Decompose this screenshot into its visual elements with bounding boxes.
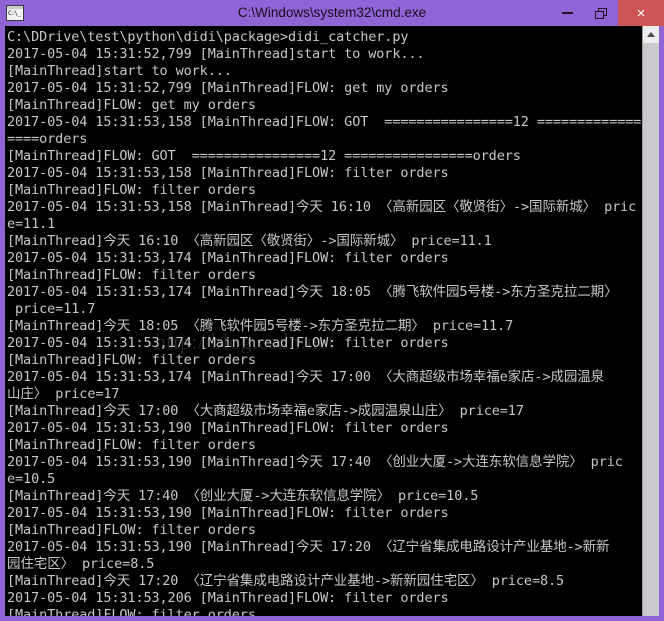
console-line: 2017-05-04 15:31:53,174 [MainThread]FLOW… [7, 335, 449, 351]
console-line: 2017-05-04 15:31:53,190 [MainThread]今天 1… [7, 454, 623, 470]
title-bar[interactable]: C:\Windows\system32\cmd.exe × [0, 0, 664, 26]
console-line: [MainThread]今天 16:10 〈高新园区〈敬贤街〉->国际新城〉 p… [7, 233, 492, 249]
console-line: C:\DDrive\test\python\didi\package>didi_… [7, 29, 409, 45]
console-line: [MainThread]FLOW: filter orders [7, 267, 256, 283]
console-output[interactable]: C:\DDrive\test\python\didi\package>didi_… [5, 26, 642, 616]
console-line: [MainThread]FLOW: get my orders [7, 97, 256, 113]
scrollbar-track[interactable] [643, 43, 659, 616]
window-border-bottom [0, 616, 664, 621]
console-line: 山庄〉 price=17 [7, 386, 120, 402]
console-line: [MainThread]start to work... [7, 63, 232, 79]
minimize-icon [561, 12, 573, 14]
restore-icon [595, 7, 607, 19]
console-line: 2017-05-04 15:31:53,206 [MainThread]FLOW… [7, 590, 449, 606]
console-line: [MainThread]今天 18:05 〈腾飞软件园5号楼->东方圣克拉二期〉… [7, 318, 514, 334]
console-line: [MainThread]FLOW: GOT ================12… [7, 148, 521, 164]
cmd-console-icon [6, 5, 24, 21]
console-line: price=11.7 [7, 301, 96, 317]
console-line: ====orders [7, 131, 88, 147]
window-border-left [0, 26, 5, 621]
console-line: [MainThread]FLOW: filter orders [7, 522, 256, 538]
console-area: C:\DDrive\test\python\didi\package>didi_… [5, 26, 659, 616]
console-line: 2017-05-04 15:31:53,190 [MainThread]FLOW… [7, 505, 449, 521]
scroll-up-button[interactable] [643, 26, 659, 43]
console-line: [MainThread]今天 17:20 〈辽宁省集成电路设计产业基地->新新园… [7, 573, 565, 589]
restore-button[interactable] [584, 0, 618, 26]
chevron-up-icon [647, 32, 655, 37]
close-button[interactable]: × [618, 0, 664, 26]
console-line: 2017-05-04 15:31:53,174 [MainThread]今天 1… [7, 369, 605, 385]
vertical-scrollbar[interactable] [642, 26, 659, 616]
console-line: 2017-05-04 15:31:53,158 [MainThread]FLOW… [7, 114, 642, 130]
console-line: [MainThread]FLOW: filter orders [7, 607, 256, 616]
console-line: 园住宅区〉 price=8.5 [7, 556, 155, 572]
console-line: 2017-05-04 15:31:53,190 [MainThread]今天 1… [7, 539, 610, 555]
console-line: [MainThread]今天 17:40 〈创业大厦->大连东软信息学院〉 pr… [7, 488, 479, 504]
console-line: e=10.5 [7, 471, 56, 487]
window-controls: × [550, 0, 664, 26]
cmd-window: C:\Windows\system32\cmd.exe × C:\DDrive\… [0, 0, 664, 621]
window-border-right [659, 26, 664, 621]
console-line: 2017-05-04 15:31:53,158 [MainThread]FLOW… [7, 165, 449, 181]
console-line: [MainThread]FLOW: filter orders [7, 437, 256, 453]
close-icon: × [636, 4, 646, 22]
console-line: [MainThread]FLOW: filter orders [7, 352, 256, 368]
console-line: 2017-05-04 15:31:52,799 [MainThread]FLOW… [7, 80, 449, 96]
console-line: 2017-05-04 15:31:53,158 [MainThread]今天 1… [7, 199, 637, 215]
console-line: 2017-05-04 15:31:53,190 [MainThread]FLOW… [7, 420, 449, 436]
console-line: 2017-05-04 15:31:53,174 [MainThread]今天 1… [7, 284, 618, 300]
console-line: e=11.1 [7, 216, 56, 232]
console-line: [MainThread]FLOW: filter orders [7, 182, 256, 198]
minimize-button[interactable] [550, 0, 584, 26]
console-line: [MainThread]今天 17:00 〈大商超级市场幸福e家店->成园温泉山… [7, 403, 524, 419]
console-line: 2017-05-04 15:31:52,799 [MainThread]star… [7, 46, 425, 62]
console-line: 2017-05-04 15:31:53,174 [MainThread]FLOW… [7, 250, 449, 266]
